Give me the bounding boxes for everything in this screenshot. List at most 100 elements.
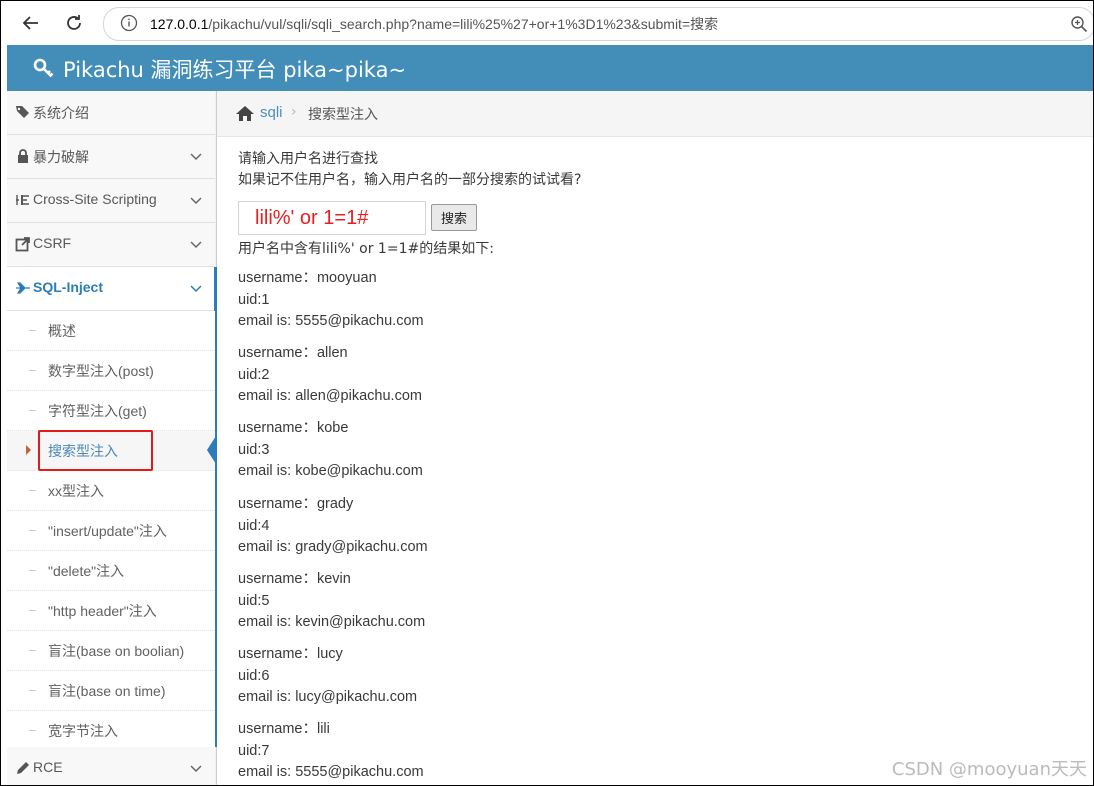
reload-button[interactable] bbox=[60, 9, 88, 37]
breadcrumb-current: 搜索型注入 bbox=[308, 107, 378, 123]
result-uid: uid:4 bbox=[238, 517, 270, 534]
chevron-down-icon bbox=[190, 765, 202, 773]
search-button[interactable]: 搜索 bbox=[431, 204, 477, 231]
result-email: email is: grady@pikachu.com bbox=[238, 539, 428, 555]
result-username: username：grady bbox=[238, 496, 354, 512]
search-hint-line2: 如果记不住用户名，输入用户名的一部分搜索的试试看? bbox=[238, 172, 582, 188]
submenu-item-delete[interactable]: "delete"注入 bbox=[7, 551, 215, 591]
screenshot-frame: 127.0.0.1/pikachu/vul/sqli/sqli_search.p… bbox=[0, 0, 1094, 786]
search-hint-line1: 请输入用户名进行查找 bbox=[238, 151, 378, 167]
url-path: /pikachu/vul/sqli/sqli_search.php?name=l… bbox=[208, 16, 719, 32]
app-title[interactable]: Pikachu 漏洞练习平台 pika~pika~ bbox=[63, 54, 406, 84]
submenu-item-string-get[interactable]: 字符型注入(get) bbox=[7, 391, 215, 431]
result-uid: uid:6 bbox=[238, 667, 270, 684]
current-item-arrow bbox=[26, 445, 31, 455]
result-uid: uid:3 bbox=[238, 441, 270, 458]
tag-icon bbox=[16, 106, 29, 118]
watermark: CSDN @mooyuan天天 bbox=[891, 759, 1087, 780]
result-username: username：allen bbox=[238, 345, 348, 361]
sidebar-item-label: Cross-Site Scripting bbox=[33, 191, 157, 207]
result-item: username：lucy uid:6 email is: lucy@pikac… bbox=[238, 644, 838, 709]
chevron-down-icon bbox=[190, 241, 202, 249]
result-email: email is: 5555@pikachu.com bbox=[238, 313, 424, 329]
submenu-item-blind-time[interactable]: 盲注(base on time) bbox=[7, 671, 215, 711]
sidebar: 系统介绍 暴力破解 Cross-Site Scripting CSRF SQL-… bbox=[7, 91, 217, 785]
sidebar-item-xss[interactable]: Cross-Site Scripting bbox=[7, 179, 215, 223]
result-item: username：kevin uid:5 email is: kevin@pik… bbox=[238, 569, 838, 634]
info-icon[interactable] bbox=[120, 14, 138, 32]
sidebar-item-label: 系统介绍 bbox=[33, 105, 89, 121]
submenu-label: 盲注(base on time) bbox=[48, 683, 166, 699]
main-content: 请输入用户名进行查找 如果记不住用户名，输入用户名的一部分搜索的试试看? 搜索 … bbox=[217, 137, 1093, 785]
submenu-dash bbox=[29, 490, 36, 491]
chevron-down-icon bbox=[190, 153, 202, 161]
result-uid: uid:5 bbox=[238, 592, 270, 609]
breadcrumb: sqli › 搜索型注入 bbox=[217, 91, 1093, 137]
back-button[interactable] bbox=[17, 9, 45, 37]
list-icon bbox=[16, 195, 29, 205]
submenu-dash bbox=[29, 410, 36, 411]
plane-icon bbox=[16, 282, 30, 294]
search-input[interactable] bbox=[238, 201, 426, 235]
browser-toolbar: 127.0.0.1/pikachu/vul/sqli/sqli_search.p… bbox=[1, 1, 1093, 45]
submenu-item-xx[interactable]: xx型注入 bbox=[7, 471, 215, 511]
chevron-down-icon bbox=[190, 285, 202, 293]
result-username: username：kevin bbox=[238, 571, 351, 587]
sidebar-item-bruteforce[interactable]: 暴力破解 bbox=[7, 135, 215, 179]
result-username: username：kobe bbox=[238, 420, 349, 436]
sidebar-item-intro[interactable]: 系统介绍 bbox=[7, 91, 215, 135]
submenu-item-wide-byte[interactable]: 宽字节注入 bbox=[7, 711, 215, 751]
breadcrumb-link-sqli[interactable]: sqli bbox=[260, 104, 283, 121]
sidebar-item-label: RCE bbox=[33, 759, 63, 775]
url-text[interactable]: 127.0.0.1/pikachu/vul/sqli/sqli_search.p… bbox=[150, 14, 718, 34]
result-item: username：lili uid:7 email is: 5555@pikac… bbox=[238, 719, 838, 784]
submenu-label: 宽字节注入 bbox=[48, 723, 118, 739]
sidebar-item-label: CSRF bbox=[33, 235, 72, 251]
key-icon bbox=[33, 58, 54, 78]
home-icon[interactable] bbox=[235, 105, 255, 122]
sidebar-item-label: SQL-Inject bbox=[33, 279, 104, 295]
zoom-icon[interactable] bbox=[1070, 15, 1088, 33]
result-item: username：grady uid:4 email is: grady@pik… bbox=[238, 494, 838, 559]
submenu-item-blind-boolean[interactable]: 盲注(base on boolian) bbox=[7, 631, 215, 671]
submenu-dash bbox=[29, 690, 36, 691]
sidebar-item-sqli[interactable]: SQL-Inject bbox=[7, 267, 215, 311]
submenu-item-http-header[interactable]: "http header"注入 bbox=[7, 591, 215, 631]
submenu-label: "delete"注入 bbox=[48, 563, 125, 579]
result-username: username：mooyuan bbox=[238, 270, 377, 286]
submenu-item-numeric-post[interactable]: 数字型注入(post) bbox=[7, 351, 215, 391]
submenu-item-search[interactable]: 搜索型注入 bbox=[7, 430, 216, 471]
result-uid: uid:1 bbox=[238, 291, 270, 308]
result-email: email is: allen@pikachu.com bbox=[238, 388, 422, 404]
submenu-dash bbox=[29, 330, 36, 331]
result-email: email is: kevin@pikachu.com bbox=[238, 614, 426, 630]
sidebar-item-label: 暴力破解 bbox=[33, 149, 89, 165]
submenu-dash bbox=[29, 570, 36, 571]
result-username: username：lili bbox=[238, 721, 330, 737]
submenu-dash bbox=[29, 650, 36, 651]
submenu-label: 数字型注入(post) bbox=[48, 363, 154, 379]
submenu-dash bbox=[29, 730, 36, 731]
share-icon bbox=[15, 237, 30, 252]
url-host: 127.0.0.1 bbox=[150, 16, 209, 32]
result-email: email is: kobe@pikachu.com bbox=[238, 463, 423, 479]
result-title: 用户名中含有lili%' or 1=1#的结果如下: bbox=[238, 241, 494, 257]
sidebar-item-csrf[interactable]: CSRF bbox=[7, 223, 215, 267]
lock-icon bbox=[18, 149, 28, 163]
active-pointer bbox=[207, 436, 216, 464]
result-item: username：mooyuan uid:1 email is: 5555@pi… bbox=[238, 268, 838, 333]
result-uid: uid:2 bbox=[238, 366, 270, 383]
sidebar-item-rce[interactable]: RCE bbox=[7, 747, 215, 785]
submenu-label: 盲注(base on boolian) bbox=[48, 643, 185, 659]
result-item: username：allen uid:2 email is: allen@pik… bbox=[238, 343, 838, 408]
reload-icon bbox=[67, 15, 81, 30]
submenu-label: xx型注入 bbox=[48, 483, 104, 499]
breadcrumb-separator: › bbox=[291, 104, 297, 120]
submenu-label: 字符型注入(get) bbox=[48, 403, 147, 419]
address-bar[interactable]: 127.0.0.1/pikachu/vul/sqli/sqli_search.p… bbox=[103, 7, 1093, 41]
submenu-item-overview[interactable]: 概述 bbox=[7, 311, 215, 351]
arrow-left-icon bbox=[22, 16, 38, 30]
submenu-item-insert-update[interactable]: "insert/update"注入 bbox=[7, 511, 215, 551]
chevron-down-icon bbox=[190, 197, 202, 205]
result-email: email is: lucy@pikachu.com bbox=[238, 689, 418, 705]
